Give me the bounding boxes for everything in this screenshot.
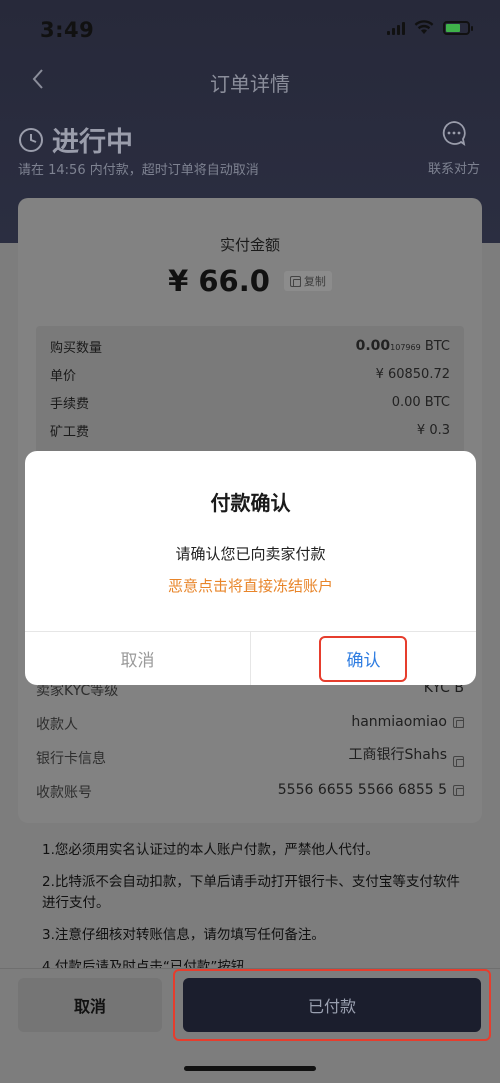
confirm-button-highlight — [319, 636, 407, 682]
order-status-row: 进行中 — [18, 120, 133, 159]
detail-label: 手续费 — [50, 396, 90, 412]
seller-label: 收款人 — [36, 717, 78, 733]
seller-value[interactable]: 工商银行Shahs — [348, 740, 464, 767]
nav-bar: 订单详情 — [0, 60, 500, 100]
signal-icon — [387, 21, 405, 35]
seller-label: 银行卡信息 — [36, 751, 106, 767]
contact-label: 联系对方 — [427, 162, 480, 177]
order-status-title: 进行中 — [52, 127, 133, 158]
detail-row: 手续费 0.00 BTC — [50, 392, 450, 412]
detail-row: 矿工费 ¥ 0.3 — [50, 420, 450, 440]
note-item: 2.比特派不会自动扣款，下单后请手动打开银行卡、支付宝等支付软件进行支付。 — [42, 874, 460, 911]
seller-value[interactable]: hanmiaomiao — [351, 714, 464, 730]
battery-icon — [443, 20, 473, 35]
order-details-panel: 购买数量 0.00107969 BTC 单价 ¥ 60850.72 手续费 0.… — [36, 326, 464, 456]
copy-label: 复制 — [303, 275, 326, 288]
status-bar: 3:49 — [0, 0, 500, 60]
detail-label: 购买数量 — [50, 340, 103, 356]
page-title: 订单详情 — [210, 72, 290, 96]
dialog-message: 请确认您已向卖家付款 — [175, 545, 326, 563]
home-indicator — [184, 1066, 316, 1071]
amount-value: ¥ 66.0 — [168, 264, 270, 298]
dialog-warning: 恶意点击将直接冻结账户 — [167, 577, 333, 595]
clock-icon — [19, 127, 43, 152]
seller-label: 收款账号 — [36, 785, 92, 801]
paid-button-highlight — [173, 969, 491, 1041]
contact-button[interactable]: 联系对方 — [426, 120, 482, 177]
detail-value: ¥ 60850.72 — [375, 366, 450, 382]
seller-value[interactable]: 5556 6655 5566 6855 5 — [278, 782, 464, 798]
amount-row: ¥ 66.0 复制 — [18, 264, 482, 298]
note-item: 1.您必须用实名认证过的本人账户付款，严禁他人代付。 — [42, 842, 379, 858]
seller-row: 收款人 hanmiaomiao — [36, 714, 464, 734]
seller-row: 银行卡信息 工商银行Shahs — [36, 740, 464, 768]
wifi-icon — [414, 20, 434, 34]
copy-amount-button[interactable]: 复制 — [283, 271, 332, 291]
detail-label: 单价 — [50, 368, 77, 384]
copy-icon — [453, 784, 464, 796]
cancel-order-button[interactable]: 取消 — [18, 978, 162, 1032]
copy-icon — [453, 716, 464, 728]
status-time: 3:49 — [40, 18, 95, 42]
amount-label: 实付金额 — [219, 236, 280, 254]
copy-icon — [289, 275, 301, 287]
dialog-title: 付款确认 — [210, 491, 291, 515]
order-status-subtitle: 请在 14:56 内付款，超时订单将自动取消 — [18, 163, 259, 178]
chat-bubble-icon — [442, 121, 466, 146]
detail-value: 0.00 BTC — [391, 394, 450, 410]
detail-value: ¥ 0.3 — [416, 422, 450, 438]
detail-row: 单价 ¥ 60850.72 — [50, 364, 450, 384]
seller-row: 收款账号 5556 6655 5566 6855 5 — [36, 782, 464, 802]
payment-confirm-dialog: 付款确认 请确认您已向卖家付款 恶意点击将直接冻结账户 取消 确认 — [25, 451, 476, 685]
status-icons — [387, 20, 473, 35]
copy-icon — [453, 756, 464, 767]
detail-value: 0.00107969 BTC — [355, 338, 450, 354]
detail-label: 矿工费 — [50, 424, 90, 440]
payment-notes: 1.您必须用实名认证过的本人账户付款，严禁他人代付。 2.比特派不会自动扣款，下… — [42, 840, 462, 989]
note-item: 3.注意仔细核对转账信息，请勿填写任何备注。 — [42, 927, 325, 943]
detail-row: 购买数量 0.00107969 BTC — [50, 336, 450, 356]
dialog-cancel-button[interactable]: 取消 — [25, 632, 250, 685]
